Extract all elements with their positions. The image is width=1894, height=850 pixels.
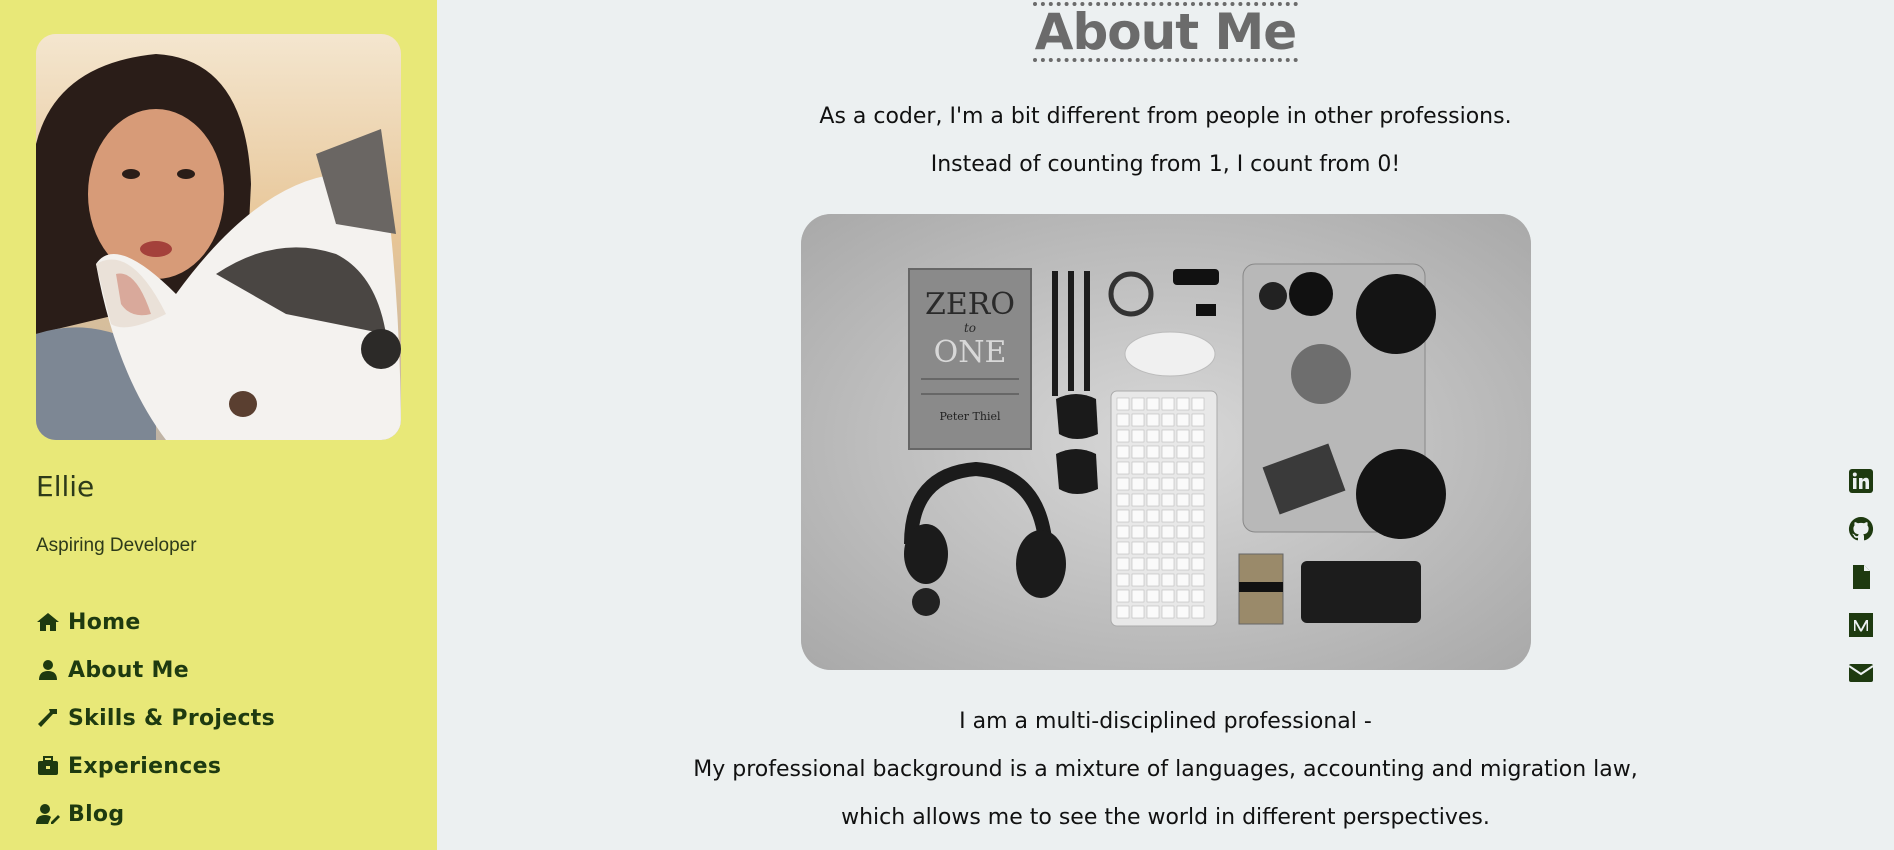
user-icon [36, 658, 60, 682]
main-content: About Me As a coder, I'm a bit different… [437, 0, 1894, 850]
envelope-icon[interactable] [1848, 660, 1874, 686]
profile-name: Ellie [36, 470, 95, 503]
book-title-line-3: ONE [934, 335, 1007, 370]
sidebar: Ellie Aspiring Developer Home About Me S… [0, 0, 437, 850]
nav-item-about-me[interactable]: About Me [36, 646, 275, 694]
social-links [1848, 468, 1878, 708]
nav-label-experiences: Experiences [68, 753, 222, 779]
profile-role: Aspiring Developer [36, 535, 197, 556]
nav-label-blog: Blog [68, 801, 125, 827]
home-icon [36, 610, 60, 634]
nav-item-experiences[interactable]: Experiences [36, 742, 275, 790]
sidebar-nav: Home About Me Skills & Projects Experien… [36, 598, 275, 838]
desk-flatlay-image: ZERO to ONE Peter Thiel [801, 214, 1531, 670]
user-edit-icon [36, 802, 60, 826]
page-title: About Me [437, 2, 1894, 62]
body-line-2: My professional background is a mixture … [693, 757, 1638, 782]
nav-item-blog[interactable]: Blog [36, 790, 275, 838]
book-title-line-1: ZERO [925, 287, 1015, 322]
profile-photo [36, 34, 401, 440]
linkedin-icon[interactable] [1848, 468, 1874, 494]
nav-item-skills-projects[interactable]: Skills & Projects [36, 694, 275, 742]
hammer-icon [36, 706, 60, 730]
nav-label-home: Home [68, 609, 141, 635]
intro-line-1: As a coder, I'm a bit different from peo… [819, 104, 1512, 129]
github-icon[interactable] [1848, 516, 1874, 542]
body-line-1: I am a multi-disciplined professional - [959, 709, 1372, 734]
book-author: Peter Thiel [939, 410, 1001, 423]
book-title-line-2: to [964, 321, 976, 335]
briefcase-icon [36, 754, 60, 778]
intro-line-2: Instead of counting from 1, I count from… [930, 152, 1401, 177]
nav-label-about-me: About Me [68, 657, 189, 683]
medium-icon[interactable] [1848, 612, 1874, 638]
nav-label-skills-projects: Skills & Projects [68, 705, 275, 731]
page-title-text: About Me [1032, 2, 1299, 62]
file-icon[interactable] [1848, 564, 1874, 590]
nav-item-home[interactable]: Home [36, 598, 275, 646]
body-line-3: which allows me to see the world in diff… [841, 805, 1490, 830]
